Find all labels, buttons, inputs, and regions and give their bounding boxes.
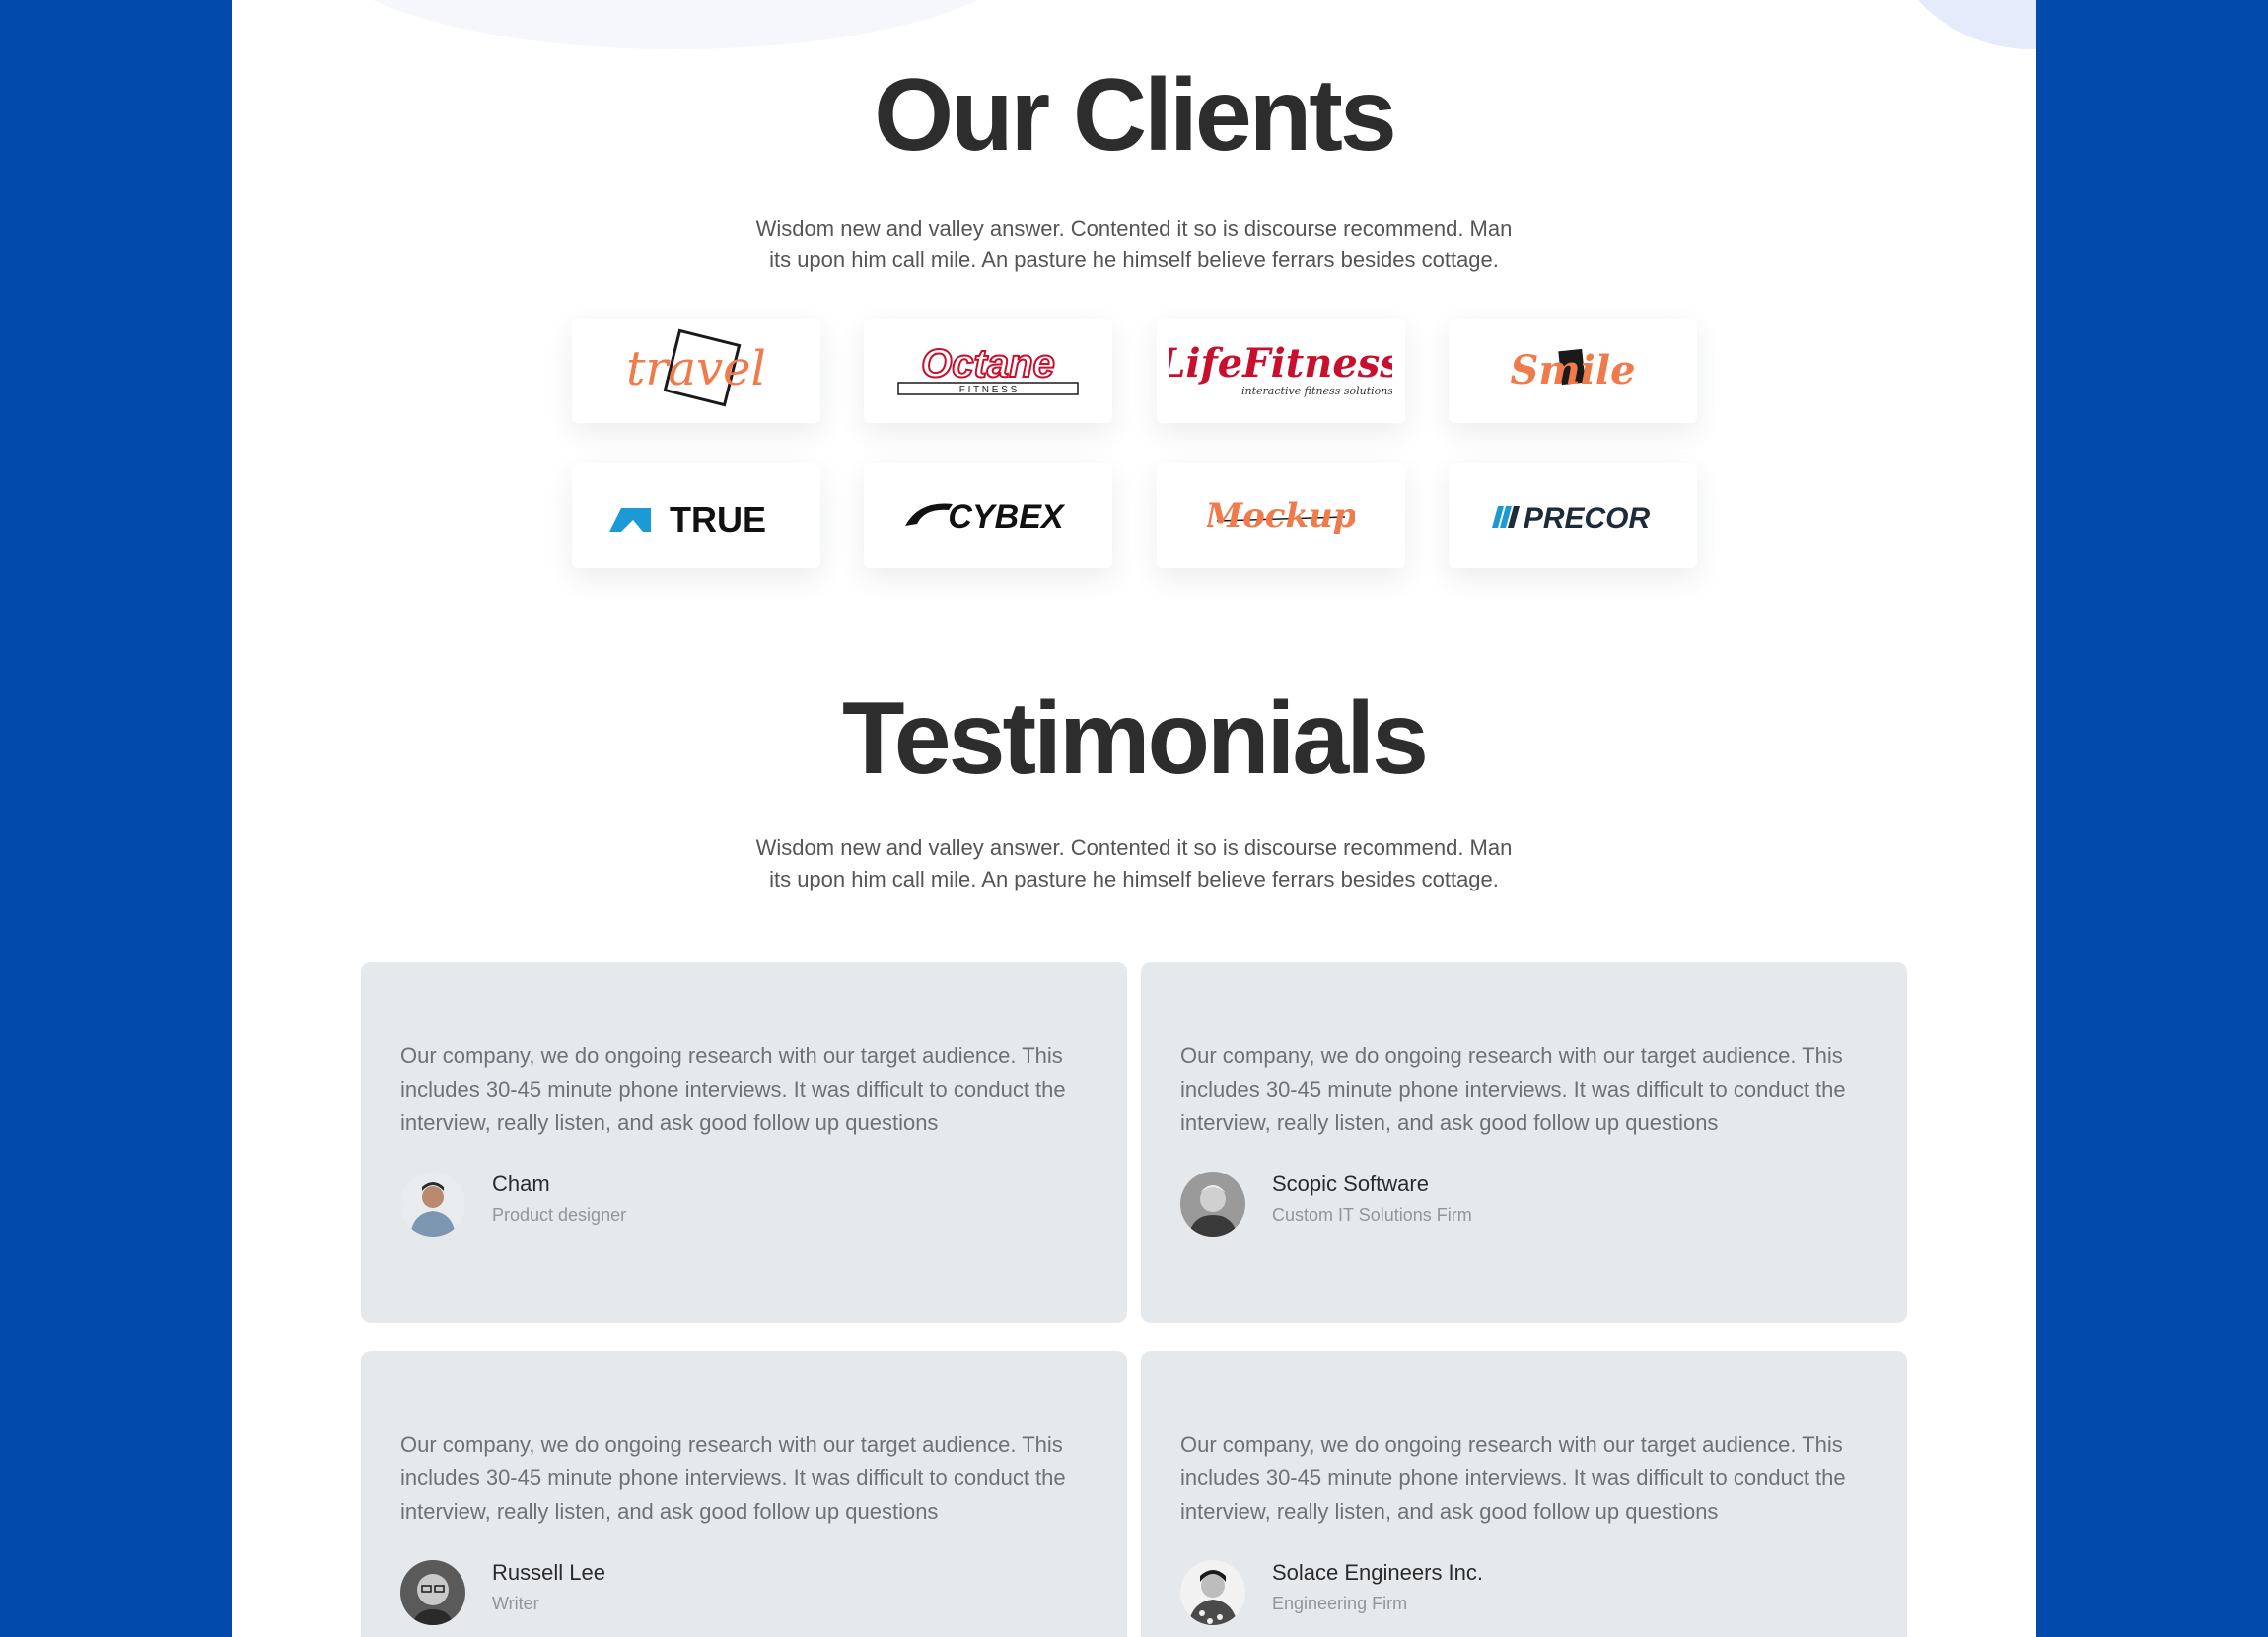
client-logo-cybex[interactable]: CYBEX xyxy=(864,463,1112,568)
testimonial-card: Our company, we do ongoing research with… xyxy=(1141,962,1907,1323)
avatar xyxy=(400,1172,465,1237)
travel-logo: travel xyxy=(626,328,766,407)
client-logo-travel[interactable]: travel xyxy=(572,319,820,423)
client-logo-true[interactable]: TRUE xyxy=(572,463,820,568)
svg-text:travel: travel xyxy=(626,341,766,396)
client-logo-mockup[interactable]: Mockup xyxy=(1157,463,1405,568)
testimonial-name: Cham xyxy=(492,1172,550,1196)
testimonials-subtitle-line2: its upon him call mile. An pasture he hi… xyxy=(769,867,1499,891)
page-content: Our Clients Wisdom new and valley answer… xyxy=(232,0,2036,1637)
clients-subtitle-line2: its upon him call mile. An pasture he hi… xyxy=(769,248,1499,272)
mockup-logo: Mockup xyxy=(1207,496,1355,535)
clients-subtitle-line1: Wisdom new and valley answer. Contented … xyxy=(755,216,1513,241)
lifefitness-logo: LifeFitness interactive fitness solution… xyxy=(1169,341,1392,397)
svg-text:LifeFitness: LifeFitness xyxy=(1169,341,1392,387)
smile-logo: Smile xyxy=(1510,347,1635,393)
client-logo-lifefitness[interactable]: LifeFitness interactive fitness solution… xyxy=(1157,319,1405,423)
avatar xyxy=(1180,1172,1245,1237)
testimonial-quote: Our company, we do ongoing research with… xyxy=(1180,1043,1846,1135)
avatar xyxy=(1180,1560,1245,1625)
testimonial-card: Our company, we do ongoing research with… xyxy=(361,1351,1127,1637)
svg-text:interactive fitness solutions: interactive fitness solutions xyxy=(1241,385,1392,397)
decorative-blob-right xyxy=(1883,0,2036,49)
client-logo-octane[interactable]: Octane F I T N E S S xyxy=(864,319,1112,423)
testimonial-quote: Our company, we do ongoing research with… xyxy=(400,1043,1066,1135)
testimonials-title: Testimonials xyxy=(841,681,1429,796)
testimonial-card: Our company, we do ongoing research with… xyxy=(1141,1351,1907,1637)
svg-text:Mockup: Mockup xyxy=(1207,496,1355,535)
testimonial-name: Scopic Software xyxy=(1272,1172,1429,1196)
avatar xyxy=(400,1560,465,1625)
testimonial-quote: Our company, we do ongoing research with… xyxy=(1180,1432,1846,1524)
svg-text:TRUE: TRUE xyxy=(670,499,766,539)
svg-text:Smile: Smile xyxy=(1510,347,1635,393)
testimonials-subtitle-line1: Wisdom new and valley answer. Contented … xyxy=(755,835,1513,860)
testimonial-name: Solace Engineers Inc. xyxy=(1272,1560,1484,1585)
testimonial-role: Writer xyxy=(492,1594,539,1613)
testimonial-role: Engineering Firm xyxy=(1272,1594,1408,1613)
testimonial-card: Our company, we do ongoing research with… xyxy=(361,962,1127,1323)
client-logo-smile[interactable]: Smile xyxy=(1449,319,1697,423)
testimonial-role: Product designer xyxy=(492,1205,627,1225)
cybex-logo: CYBEX xyxy=(905,498,1066,535)
svg-text:Octane: Octane xyxy=(921,342,1055,386)
decorative-blob-left xyxy=(320,0,1030,49)
svg-text:F I T N E S S: F I T N E S S xyxy=(959,385,1018,395)
true-logo: TRUE xyxy=(609,499,766,539)
client-logo-precor[interactable]: PRECOR xyxy=(1449,463,1697,568)
svg-text:PRECOR: PRECOR xyxy=(1524,502,1651,534)
testimonial-role: Custom IT Solutions Firm xyxy=(1272,1205,1472,1225)
precor-logo: PRECOR xyxy=(1492,502,1651,534)
octane-logo: Octane F I T N E S S xyxy=(897,341,1079,395)
testimonial-name: Russell Lee xyxy=(492,1560,605,1585)
svg-text:CYBEX: CYBEX xyxy=(948,498,1065,535)
testimonial-quote: Our company, we do ongoing research with… xyxy=(400,1432,1066,1524)
clients-title: Our Clients xyxy=(874,58,1397,173)
